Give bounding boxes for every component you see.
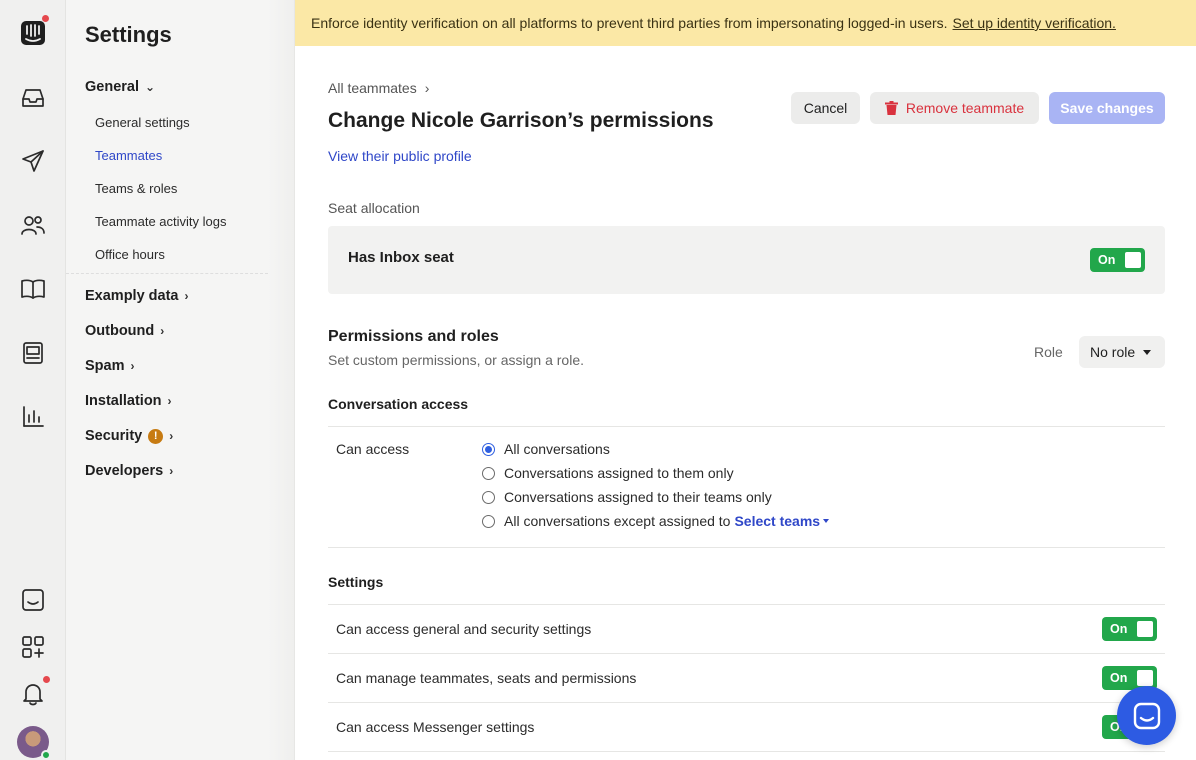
nav-group-spam[interactable]: Spam › xyxy=(85,358,135,374)
permissions-title: Permissions and roles xyxy=(328,328,499,345)
chevron-right-icon: › xyxy=(424,80,430,96)
nav-item-activity-logs[interactable]: Teammate activity logs xyxy=(95,214,227,229)
inbox-seat-label: Has Inbox seat xyxy=(348,249,454,266)
app-rail xyxy=(0,0,66,760)
radio-all-conversations[interactable]: All conversations xyxy=(482,441,610,457)
setup-identity-link[interactable]: Set up identity verification. xyxy=(953,15,1116,31)
notification-dot xyxy=(43,676,50,683)
radio-all-except[interactable]: All conversations except assigned to Sel… xyxy=(482,513,830,529)
logo-icon[interactable] xyxy=(18,15,49,48)
radio-assigned-to-them[interactable]: Conversations assigned to them only xyxy=(482,465,734,481)
divider xyxy=(328,547,1165,548)
divider xyxy=(328,653,1165,654)
chat-icon xyxy=(1133,702,1160,729)
caret-down-icon xyxy=(1143,349,1152,355)
nav-group-developers[interactable]: Developers › xyxy=(85,463,173,479)
divider xyxy=(328,702,1165,703)
notifications-icon[interactable] xyxy=(18,676,50,709)
setting-general-security-toggle[interactable]: On xyxy=(1102,617,1157,641)
chevron-right-icon: › xyxy=(130,359,135,373)
online-status-icon xyxy=(41,750,51,760)
permissions-subtitle: Set custom permissions, or assign a role… xyxy=(328,352,584,368)
analytics-icon[interactable] xyxy=(18,402,48,432)
setting-label: Can manage teammates, seats and permissi… xyxy=(336,670,637,686)
radio-icon[interactable] xyxy=(482,466,495,480)
reports-dashboard-icon[interactable] xyxy=(18,338,48,368)
settings-nav: Settings General ⌄ General settings Team… xyxy=(66,0,294,760)
avatar[interactable] xyxy=(17,726,51,760)
trash-icon xyxy=(884,101,898,115)
outbound-icon[interactable] xyxy=(18,146,48,176)
radio-icon[interactable] xyxy=(482,514,495,528)
nav-item-teammates[interactable]: Teammates xyxy=(95,148,162,163)
nav-item-general-settings[interactable]: General settings xyxy=(95,115,190,130)
chevron-right-icon: › xyxy=(160,324,165,338)
nav-group-installation[interactable]: Installation › xyxy=(85,393,172,409)
main-content: Enforce identity verification on all pla… xyxy=(294,0,1196,760)
save-changes-button[interactable]: Save changes xyxy=(1049,92,1165,124)
radio-selected-icon[interactable] xyxy=(482,442,495,456)
role-label: Role xyxy=(1034,344,1063,360)
nav-group-outbound[interactable]: Outbound › xyxy=(85,323,164,339)
inbox-seat-card: Has Inbox seat On xyxy=(328,226,1165,294)
seat-allocation-label: Seat allocation xyxy=(328,200,420,216)
remove-teammate-button[interactable]: Remove teammate xyxy=(870,92,1039,124)
setting-label: Can access Messenger settings xyxy=(336,719,535,735)
caret-down-icon xyxy=(823,519,830,523)
inbox-seat-toggle[interactable]: On xyxy=(1090,248,1145,272)
chevron-down-icon: ⌄ xyxy=(145,80,156,94)
nav-group-general[interactable]: General ⌄ xyxy=(85,79,155,95)
breadcrumb[interactable]: All teammates › xyxy=(328,80,429,96)
messenger-preview-icon[interactable] xyxy=(18,585,48,615)
public-profile-link[interactable]: View their public profile xyxy=(328,148,472,164)
identity-verification-banner: Enforce identity verification on all pla… xyxy=(295,0,1196,46)
cancel-button[interactable]: Cancel xyxy=(791,92,860,124)
contacts-icon[interactable] xyxy=(18,210,48,240)
nav-item-teams-roles[interactable]: Teams & roles xyxy=(95,181,177,196)
nav-group-security[interactable]: Security ! › xyxy=(85,428,173,444)
nav-divider xyxy=(66,273,268,274)
radio-icon[interactable] xyxy=(482,490,495,504)
select-teams-dropdown[interactable]: Select teams xyxy=(734,513,830,529)
chevron-right-icon: › xyxy=(169,429,174,443)
divider xyxy=(328,426,1165,427)
page-title: Change Nicole Garrison’s permissions xyxy=(328,109,714,132)
warning-icon: ! xyxy=(148,428,164,444)
chevron-right-icon: › xyxy=(169,464,174,478)
divider xyxy=(328,604,1165,605)
nav-group-data[interactable]: Examply data › xyxy=(85,288,189,304)
settings-section-title: Settings xyxy=(328,574,384,590)
notification-dot xyxy=(42,15,49,22)
setting-label: Can access general and security settings xyxy=(336,621,592,637)
nav-item-office-hours[interactable]: Office hours xyxy=(95,247,165,262)
apps-icon[interactable] xyxy=(18,632,48,662)
radio-assigned-to-teams[interactable]: Conversations assigned to their teams on… xyxy=(482,489,772,505)
role-select[interactable]: No role xyxy=(1079,336,1165,368)
settings-title: Settings xyxy=(85,22,172,47)
divider xyxy=(328,751,1165,752)
can-access-label: Can access xyxy=(336,441,410,457)
inbox-icon[interactable] xyxy=(18,83,48,113)
messenger-launcher[interactable] xyxy=(1117,686,1176,745)
chevron-right-icon: › xyxy=(184,289,189,303)
chevron-right-icon: › xyxy=(167,394,172,408)
knowledge-icon[interactable] xyxy=(18,274,48,304)
conversation-access-title: Conversation access xyxy=(328,396,469,412)
